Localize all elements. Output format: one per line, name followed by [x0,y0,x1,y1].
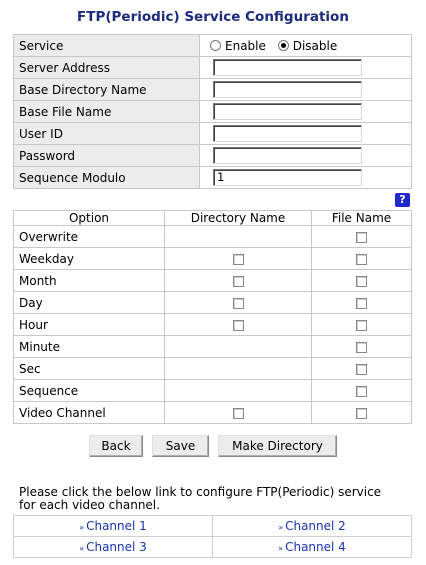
option-row-month: Month [13,269,412,292]
directory-name-header: Directory Name [164,210,312,226]
option-label: Sec [13,357,165,380]
channel-1-link[interactable]: » Channel 1 [79,519,147,533]
weekday-dir-checkbox[interactable] [232,253,244,265]
back-button[interactable]: Back [89,435,143,457]
option-row-overwrite: Overwrite [13,225,412,248]
month-file-checkbox[interactable] [356,275,367,287]
option-label: Minute [13,335,165,358]
service-radio-group: Enable Disable [199,34,412,57]
option-header: Option [13,210,165,226]
option-label: Overwrite [13,225,165,248]
option-label: Video Channel [13,401,165,424]
option-row-day: Day [13,291,412,314]
user-id-row: User ID [13,122,412,145]
server-address-input[interactable] [213,59,362,76]
base-file-label: Base File Name [13,100,200,123]
service-label: Service [13,34,200,57]
option-row-video-channel: Video Channel [13,401,412,424]
sec-file-checkbox[interactable] [356,363,367,375]
user-id-label: User ID [13,122,200,145]
hour-file-checkbox[interactable] [356,319,367,331]
day-file-checkbox[interactable] [356,297,367,309]
channel-config-note: Please click the below link to configure… [19,485,382,512]
password-row: Password [13,144,412,167]
option-label: Hour [13,313,165,336]
base-directory-label: Base Directory Name [13,78,200,101]
password-input[interactable] [213,147,362,164]
day-dir-checkbox[interactable] [232,297,244,309]
service-config-table: Service Enable Disable Server Address Ba… [13,34,412,189]
option-row-weekday: Weekday [13,247,412,270]
file-name-header: File Name [311,210,412,226]
chevron-icon: » [79,544,84,553]
video-channel-file-checkbox[interactable] [356,407,367,419]
channel-links-table: » Channel 1 » Channel 2 » Channel 3 » Channe… [13,515,412,558]
option-label: Weekday [13,247,165,270]
minute-file-checkbox[interactable] [356,341,367,353]
base-file-row: Base File Name [13,100,412,123]
option-row-sequence: Sequence [13,379,412,402]
server-address-label: Server Address [13,56,200,79]
sequence-modulo-input[interactable]: 1 [213,169,362,186]
channel-2-link[interactable]: » Channel 2 [278,519,346,533]
base-directory-row: Base Directory Name [13,78,412,101]
password-label: Password [13,144,200,167]
option-label: Month [13,269,165,292]
option-row-minute: Minute [13,335,412,358]
overwrite-file-checkbox[interactable] [356,231,367,243]
base-file-input[interactable] [213,103,362,120]
server-address-row: Server Address [13,56,412,79]
help-icon[interactable]: ? [395,193,410,207]
chevron-icon: » [278,523,283,532]
option-label: Sequence [13,379,165,402]
option-row-sec: Sec [13,357,412,380]
user-id-input[interactable] [213,125,362,142]
save-button[interactable]: Save [152,435,209,457]
page-title: FTP(Periodic) Service Configuration [77,9,349,25]
channel-3-link[interactable]: » Channel 3 [79,540,147,554]
service-row: Service Enable Disable [13,34,412,57]
option-label: Day [13,291,165,314]
sequence-file-checkbox[interactable] [356,385,367,397]
hour-dir-checkbox[interactable] [232,319,244,331]
disable-label: Disable [292,38,338,53]
sequence-modulo-row: Sequence Modulo 1 [13,166,412,189]
chevron-icon: » [278,544,283,553]
enable-label: Enable [225,38,266,53]
channel-4-link[interactable]: » Channel 4 [278,540,346,554]
options-header-row: Option Directory Name File Name [13,210,412,226]
options-table: Option Directory Name File Name Overwrit… [13,210,412,424]
enable-radio[interactable] [210,40,221,51]
base-directory-input[interactable] [213,81,362,98]
chevron-icon: » [79,523,84,532]
month-dir-checkbox[interactable] [232,275,244,287]
sequence-modulo-label: Sequence Modulo [13,166,200,189]
disable-radio[interactable] [277,40,289,51]
weekday-file-checkbox[interactable] [356,253,367,265]
make-directory-button[interactable]: Make Directory [218,435,337,457]
video-channel-dir-checkbox[interactable] [232,407,244,419]
option-row-hour: Hour [13,313,412,336]
